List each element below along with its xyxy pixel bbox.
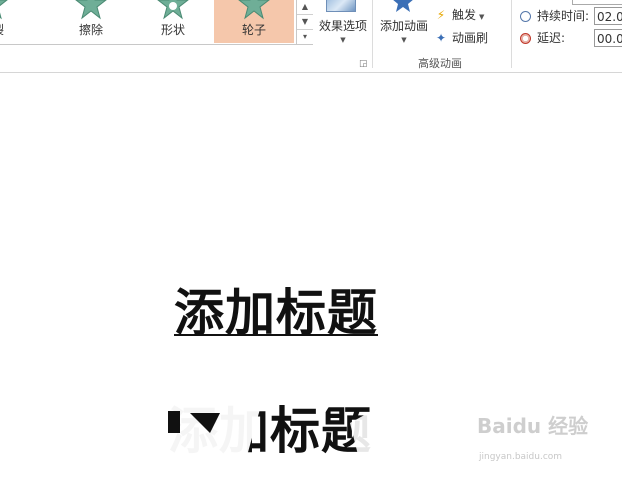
duration-row: 持续时间: <box>520 6 589 26</box>
animation-split[interactable]: 劈裂 <box>0 0 32 43</box>
chevron-down-icon: ▼ <box>340 36 346 44</box>
slide-canvas: 添加标题 添加标题 Baidu 经验 jingyan.baidu.com <box>0 73 622 485</box>
animation-painter-button[interactable]: ✦ 动画刷 <box>434 29 488 47</box>
delay-label: 延迟: <box>537 31 566 45</box>
animation-wipe-label: 擦除 <box>78 23 103 37</box>
add-animation-star-icon <box>393 0 413 12</box>
slide-title[interactable]: 添加标题 <box>174 273 378 345</box>
animation-wipe[interactable]: 擦除 <box>51 0 131 43</box>
effect-options-button[interactable]: 效果选项 ▼ <box>315 0 371 56</box>
group-divider <box>372 0 373 68</box>
ribbon-corner <box>572 0 622 5</box>
delay-clock-icon <box>520 33 531 44</box>
star-wipe-icon <box>75 0 107 20</box>
wheel-animation-mask <box>150 373 440 463</box>
gallery-scroll-up[interactable]: ▲ <box>297 0 313 15</box>
animation-shape[interactable]: 形状 <box>133 0 213 43</box>
advanced-animation-group-label: 高级动画 <box>418 57 462 70</box>
gallery-scrollbar: ▲ ▼ ▾ <box>296 0 313 44</box>
gallery-more-button[interactable]: ▾ <box>297 30 313 44</box>
gallery-scroll-down[interactable]: ▼ <box>297 15 313 30</box>
group-divider <box>511 0 512 68</box>
star-wheel-icon <box>238 0 270 20</box>
add-animation-button[interactable]: 添加动画 ▼ <box>377 0 431 56</box>
star-split-icon <box>0 0 8 20</box>
animation-painter-icon: ✦ <box>435 31 447 45</box>
add-animation-label: 添加动画 <box>379 19 428 33</box>
chevron-down-icon: ▼ <box>401 36 407 44</box>
animation-wheel[interactable]: 轮子 <box>214 0 294 43</box>
delay-spinner[interactable]: 00.00 <box>594 29 622 47</box>
chevron-down-icon: ▼ <box>479 13 485 21</box>
clock-icon <box>520 11 531 22</box>
dialog-launcher-icon[interactable]: ◲ <box>359 59 368 69</box>
animation-wheel-label: 轮子 <box>241 23 266 37</box>
baidu-watermark: Baidu 经验 <box>477 414 589 438</box>
duration-spinner[interactable]: 02.00 <box>594 7 622 25</box>
trigger-button[interactable]: ⚡ 触发 ▼ <box>434 6 485 24</box>
animation-split-label: 劈裂 <box>0 21 32 38</box>
duration-label: 持续时间: <box>537 9 590 23</box>
lightning-icon: ⚡ <box>436 8 446 22</box>
effect-options-label: 效果选项 <box>318 19 367 33</box>
star-shape-icon <box>157 0 189 20</box>
animation-painter-label: 动画刷 <box>452 31 489 45</box>
animation-shape-label: 形状 <box>160 23 185 37</box>
animation-ribbon: 劈裂 擦除 形状 轮子 ▲ ▼ ▾ 效果选项 ▼ ◲ 添加动画 ▼ ⚡触发▼ <box>0 0 622 73</box>
watermark-url: jingyan.baidu.com <box>479 452 563 462</box>
animation-gallery: 劈裂 擦除 形状 轮子 ▲ ▼ ▾ <box>0 0 313 45</box>
effect-options-icon <box>326 0 356 12</box>
delay-row: 延迟: <box>520 28 565 48</box>
trigger-label: 触发 <box>452 8 477 22</box>
